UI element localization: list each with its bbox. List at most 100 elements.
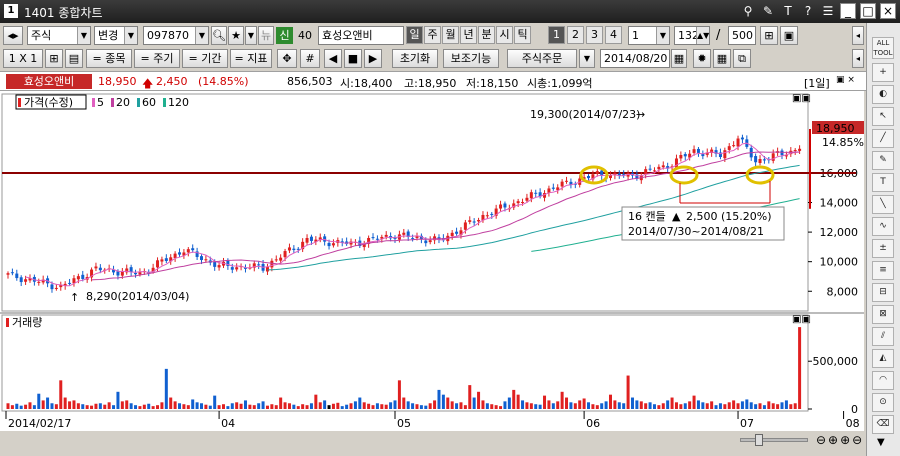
scale-button[interactable]: 1 X 1 bbox=[3, 49, 43, 68]
collapse-arrow-icon[interactable]: ◂ bbox=[852, 26, 864, 45]
interval-tab[interactable]: 2 bbox=[567, 26, 584, 44]
collapse-arrow-icon[interactable]: ◂ bbox=[852, 49, 864, 68]
indicator-button[interactable]: = 지표 bbox=[230, 49, 272, 68]
item-button[interactable]: = 종목 bbox=[86, 49, 132, 68]
stock-name-value: 효성오앤비 bbox=[322, 29, 373, 42]
zoom-slider[interactable] bbox=[740, 434, 808, 446]
text-icon[interactable]: T bbox=[780, 3, 796, 19]
volume-bar bbox=[477, 391, 481, 409]
calendar-icon[interactable]: ▦ bbox=[671, 49, 687, 68]
equal-tool-icon[interactable]: ≡ bbox=[872, 261, 894, 280]
save-icon[interactable]: ▣ bbox=[780, 26, 798, 45]
chevron-down-icon[interactable]: ▼ bbox=[579, 49, 595, 68]
aux-function-button[interactable]: 보조기능 bbox=[443, 49, 499, 68]
candle-body bbox=[411, 238, 415, 240]
grid-tool-icon[interactable]: ⊠ bbox=[872, 305, 894, 324]
volume-bar bbox=[156, 405, 160, 409]
grid-icon[interactable]: ⊞ bbox=[45, 49, 63, 68]
forward-icon[interactable]: ▶ bbox=[364, 49, 382, 68]
interval-tab[interactable]: 4 bbox=[605, 26, 622, 44]
zigzag-tool-icon[interactable]: ╲ bbox=[872, 195, 894, 214]
pencil-tool-icon[interactable]: ✎ bbox=[872, 151, 894, 170]
zoom-slider-thumb[interactable] bbox=[755, 434, 763, 446]
count-input[interactable]: 132 ▲▼ bbox=[674, 26, 710, 45]
volume-bar bbox=[257, 403, 261, 409]
last-pct-label: 14.85% bbox=[822, 136, 864, 149]
move-icon[interactable]: ✥ bbox=[277, 49, 297, 68]
crosshair-icon[interactable]: # bbox=[300, 49, 320, 68]
arc-tool-icon[interactable]: ◠ bbox=[872, 371, 894, 390]
close-icon[interactable]: × bbox=[880, 3, 896, 19]
volume-bar bbox=[569, 402, 573, 409]
title-bar: 1 1401 종합차트 ⚲ ✎ T ? ☰ _ □ × bbox=[0, 0, 900, 23]
prev-next-arrows-icon[interactable]: ◂▸ bbox=[3, 26, 23, 45]
line-tool-icon[interactable]: ╱ bbox=[872, 129, 894, 148]
scroll-down-icon[interactable]: ▼ bbox=[877, 437, 885, 448]
y-tick-label: 12,000 bbox=[820, 226, 859, 239]
cycle-button[interactable]: = 주기 bbox=[134, 49, 180, 68]
change-select[interactable]: 변경 ▼ bbox=[94, 26, 138, 45]
volume-bar bbox=[94, 403, 98, 409]
period-tab[interactable]: 년 bbox=[460, 26, 477, 44]
channel-tool-icon[interactable]: ⫽ bbox=[872, 327, 894, 346]
period-tab[interactable]: 틱 bbox=[514, 26, 531, 44]
table-icon[interactable]: ▦ bbox=[713, 49, 731, 68]
total-input[interactable]: 500 bbox=[728, 26, 756, 45]
period-tab[interactable]: 일 bbox=[406, 26, 423, 44]
volume-bar bbox=[578, 400, 582, 409]
all-tool-icon[interactable]: ALL TOOL bbox=[872, 37, 894, 59]
rewind-icon[interactable]: ◀ bbox=[324, 49, 342, 68]
volume-bar bbox=[323, 400, 327, 409]
text-tool-icon[interactable]: T bbox=[872, 173, 894, 192]
pin-icon[interactable]: ⚲ bbox=[740, 3, 756, 19]
settings-icon[interactable]: ✹ bbox=[693, 49, 711, 68]
help-icon[interactable]: ? bbox=[800, 3, 816, 19]
volume-bar bbox=[424, 405, 428, 409]
period-tab[interactable]: 분 bbox=[478, 26, 495, 44]
search-icon[interactable]: 🔍︎ bbox=[211, 26, 227, 45]
layout-icon[interactable]: ▤ bbox=[65, 49, 83, 68]
volume-bar bbox=[776, 404, 780, 409]
high-annotation: 19,300(2014/07/23) bbox=[530, 108, 640, 121]
minimize-icon[interactable]: _ bbox=[840, 3, 856, 19]
chart-area[interactable]: ▣▣ ▣▣ 8,000 10,000 12,000 14,000 16,000 가격(수정) 5… bbox=[0, 91, 864, 431]
brush-icon[interactable]: ✎ bbox=[760, 3, 776, 19]
market-type-select[interactable]: 주식 ▼ bbox=[27, 26, 91, 45]
volume-bar bbox=[754, 404, 758, 409]
volume-bar bbox=[679, 404, 683, 409]
interval-tab[interactable]: 3 bbox=[586, 26, 603, 44]
cursor-tool-icon[interactable]: ↖ bbox=[872, 107, 894, 126]
copy-icon[interactable]: ⧉ bbox=[733, 49, 751, 68]
range-button[interactable]: = 기간 bbox=[182, 49, 228, 68]
candle-body bbox=[415, 236, 419, 238]
interval-select[interactable]: 1 ▼ bbox=[628, 26, 670, 45]
interval-tab[interactable]: 1 bbox=[548, 26, 565, 44]
stock-order-button[interactable]: 주식주문 bbox=[507, 49, 577, 68]
chevron-down-icon[interactable]: ▼ bbox=[245, 26, 257, 45]
stop-icon[interactable]: ■ bbox=[344, 49, 362, 68]
trend-tool-icon[interactable]: ∿ bbox=[872, 217, 894, 236]
period-tab[interactable]: 월 bbox=[442, 26, 459, 44]
cycle-tool-icon[interactable]: ⊙ bbox=[872, 393, 894, 412]
arrow-tool-icon[interactable]: + bbox=[872, 63, 894, 82]
add-chart-icon[interactable]: ⊞ bbox=[760, 26, 778, 45]
star-icon[interactable]: ★ bbox=[228, 26, 244, 45]
candle-body bbox=[134, 272, 138, 275]
reset-button[interactable]: 초기화 bbox=[392, 49, 438, 68]
circle-tool-icon[interactable]: ◐ bbox=[872, 85, 894, 104]
date-input[interactable]: 2014/08/20 bbox=[600, 49, 670, 68]
hline-tool-icon[interactable]: ± bbox=[872, 239, 894, 258]
zoom-buttons-icon[interactable]: ⊖⊕⊕⊖ bbox=[816, 433, 864, 447]
period-tab[interactable]: 주 bbox=[424, 26, 441, 44]
erase-tool-icon[interactable]: ⌫ bbox=[872, 415, 894, 434]
stock-code-input[interactable]: 097870 ▼ bbox=[143, 26, 209, 45]
date-value: 2014/08/20 bbox=[604, 52, 668, 65]
volume-bar bbox=[604, 401, 608, 409]
period-tab[interactable]: 시 bbox=[496, 26, 513, 44]
window-controls-icon[interactable]: ▣ × bbox=[836, 75, 855, 85]
new-button[interactable]: 뉴 bbox=[258, 26, 274, 45]
tile-icon[interactable]: ☰ bbox=[820, 3, 836, 19]
fib-tool-icon[interactable]: ⊟ bbox=[872, 283, 894, 302]
fan-tool-icon[interactable]: ◭ bbox=[872, 349, 894, 368]
maximize-icon[interactable]: □ bbox=[860, 3, 876, 19]
